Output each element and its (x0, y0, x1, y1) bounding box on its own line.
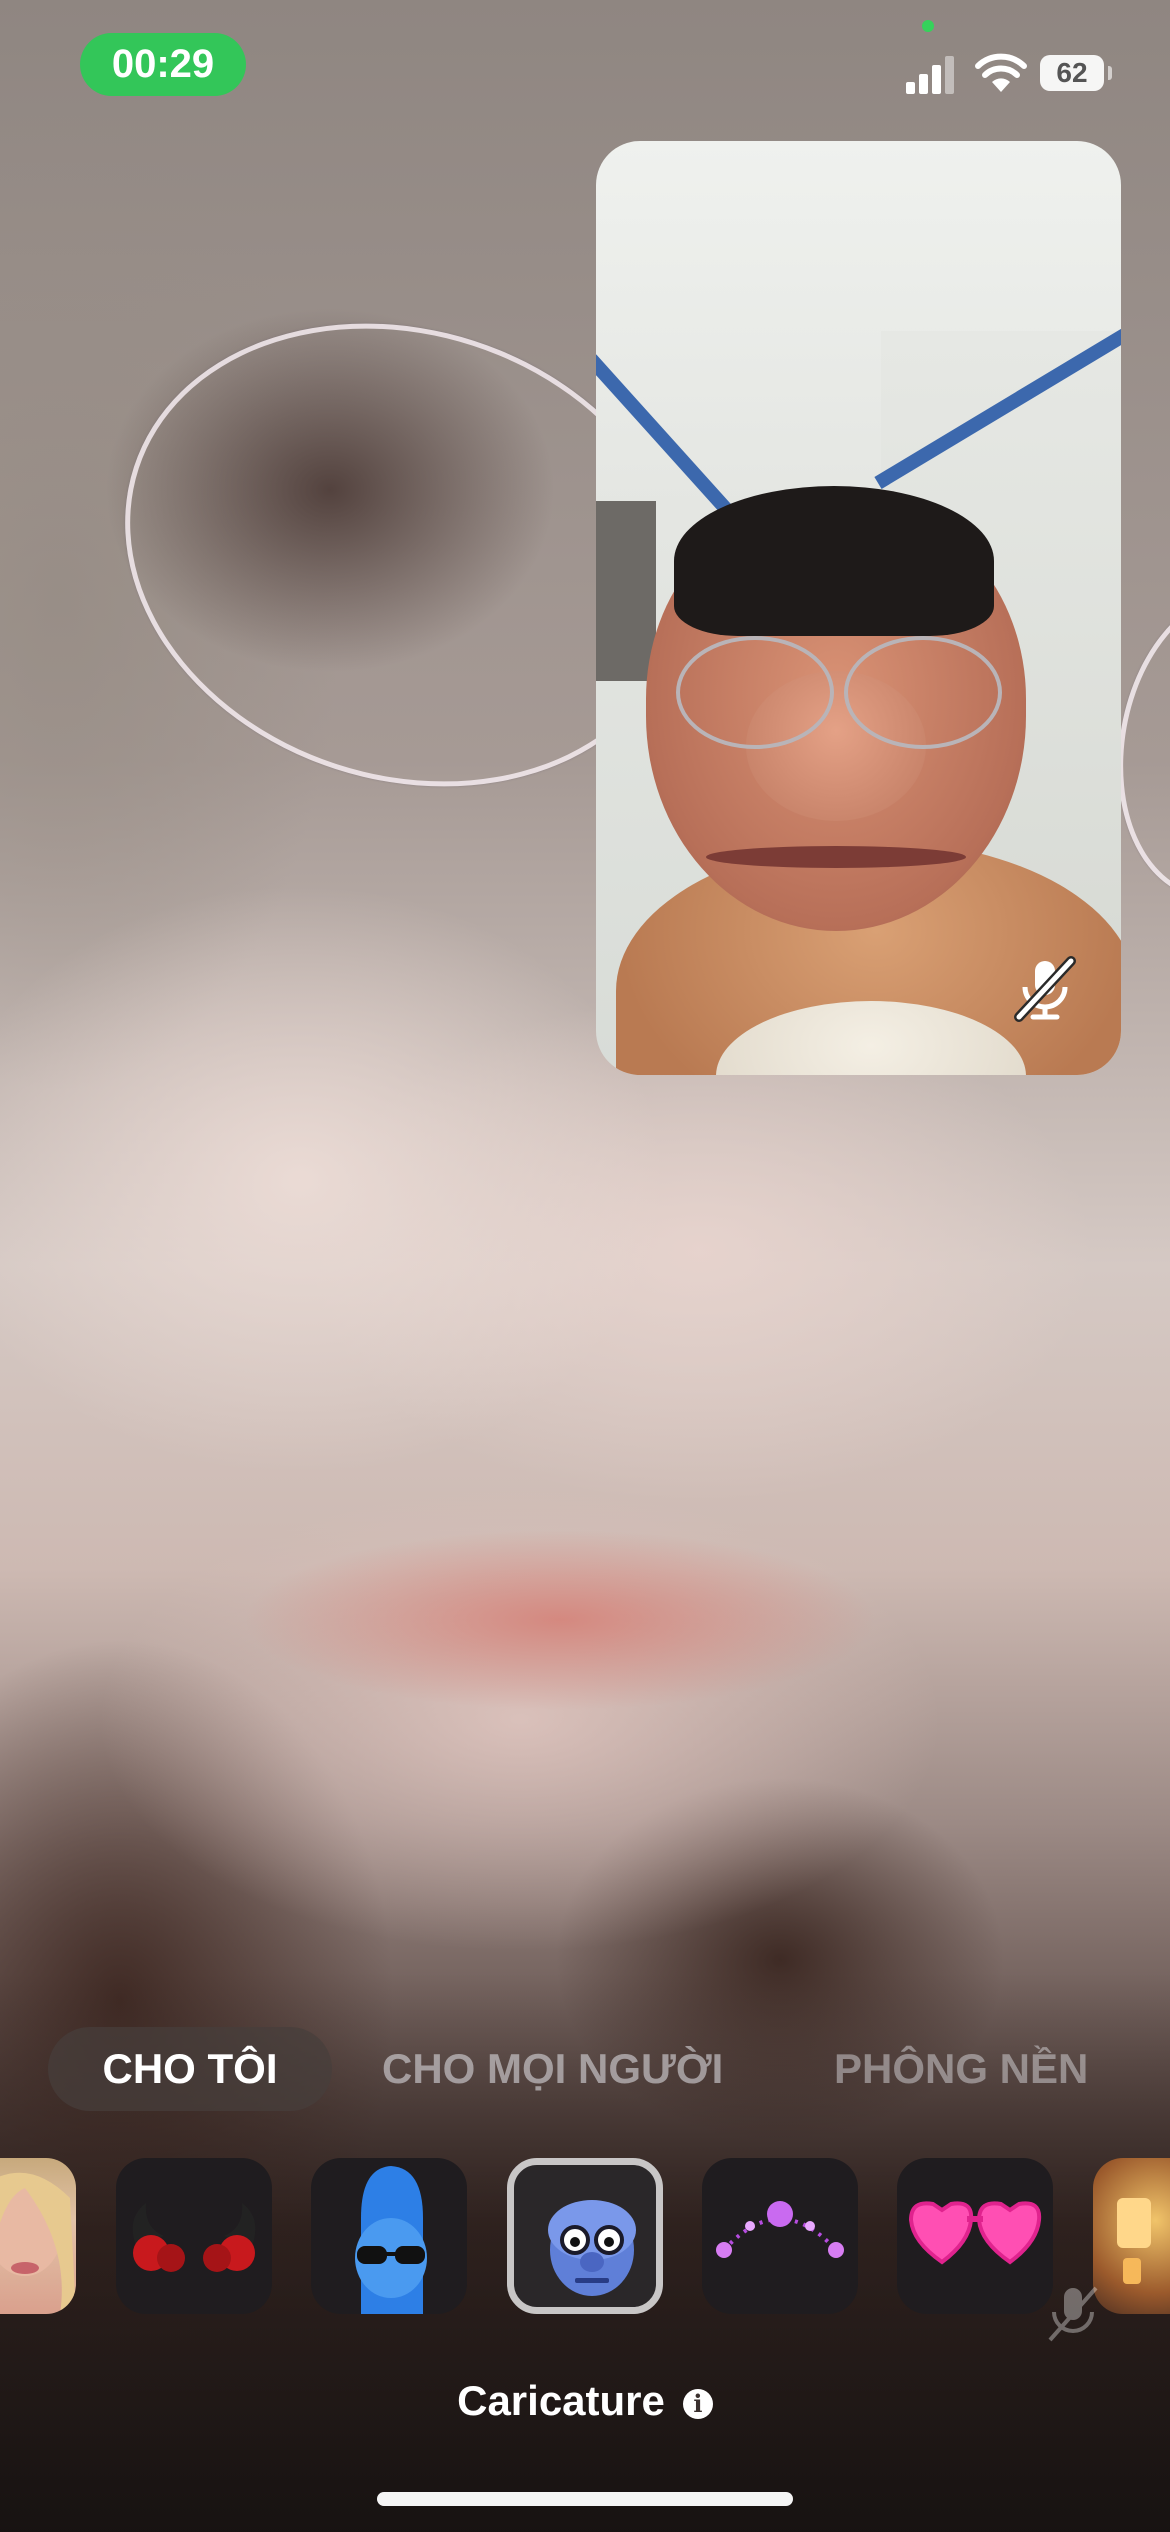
effect-name: Caricature (457, 2377, 665, 2424)
mic-slash-icon (1048, 2286, 1098, 2342)
call-timer-pill[interactable]: 00:29 (80, 33, 246, 96)
glasses-lens-right (844, 636, 1002, 749)
cellular-signal-icon (906, 56, 954, 94)
heart-glasses-icon (908, 2201, 1042, 2265)
effect-tile-caricature[interactable] (507, 2158, 663, 2314)
info-icon[interactable]: i (682, 2389, 713, 2419)
self-hair (674, 486, 994, 636)
wifi-icon (975, 53, 1027, 92)
selected-effect-label: Caricature i (0, 2377, 1170, 2433)
tab-for-everyone[interactable]: CHO MỌI NGƯỜI (382, 2027, 723, 2111)
battery-indicator: 62 (1040, 55, 1112, 91)
caricature-mouth (706, 846, 966, 868)
mic-slash-icon (1014, 956, 1076, 1022)
home-indicator[interactable] (377, 2492, 793, 2506)
doorway (596, 501, 656, 681)
effect-tile-heart-glasses[interactable] (897, 2158, 1053, 2314)
devil-horns-icon (132, 2203, 256, 2272)
tab-background[interactable]: PHÔNG NỀN (834, 2027, 1088, 2111)
status-bar: 00:29 62 (0, 0, 1170, 140)
effect-tile-portrait[interactable] (0, 2158, 76, 2314)
purple-tiara-icon (716, 2201, 844, 2258)
blue-alien-memoji-icon (355, 2166, 427, 2314)
effect-tile-devil-horns[interactable] (116, 2158, 272, 2314)
portrait-photo-icon (0, 2172, 76, 2314)
self-view-preview[interactable] (596, 141, 1121, 1075)
effect-tile-purple-tiara[interactable] (702, 2158, 858, 2314)
camera-in-use-indicator (922, 20, 934, 32)
effect-tile-blue-memoji[interactable] (311, 2158, 467, 2314)
caricature-face-icon (548, 2200, 636, 2296)
effects-carousel (0, 2158, 1170, 2318)
tab-for-me[interactable]: CHO TÔI (48, 2027, 332, 2111)
effects-tabs: CHO TÔI CHO MỌI NGƯỜI PHÔNG NỀN (0, 2027, 1170, 2111)
glasses-lens-left (676, 636, 834, 749)
